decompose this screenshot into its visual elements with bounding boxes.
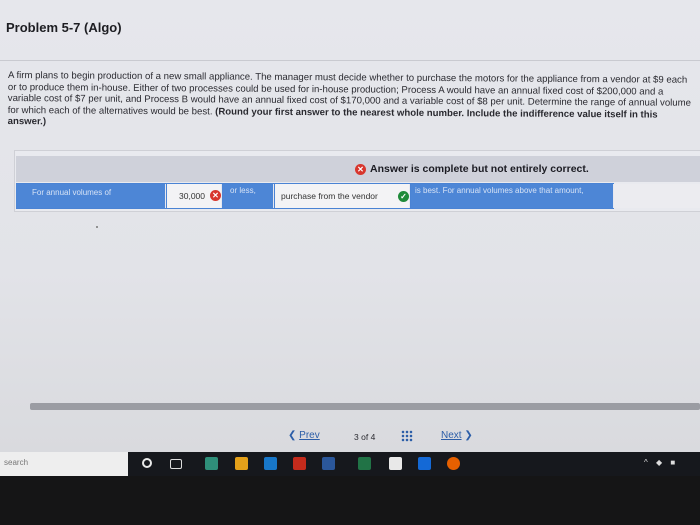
or-less-label: or less, [222, 184, 274, 208]
choice-correct-icon: ✓ [398, 191, 409, 202]
incorrect-icon: ✕ [355, 163, 366, 175]
firefox-icon[interactable] [447, 457, 460, 470]
file-explorer-icon[interactable] [235, 457, 248, 470]
taskbar-search-placeholder: search [4, 458, 29, 467]
problem-statement: A firm plans to begin production of a ne… [8, 70, 692, 133]
system-tray[interactable]: ^ ◆ ■ [644, 458, 678, 467]
next-button[interactable]: Next ❯ [441, 430, 473, 441]
app-icon-3[interactable] [264, 457, 277, 470]
screen-bezel [0, 476, 700, 525]
alternative-select[interactable]: purchase from the vendor [275, 184, 410, 208]
excel-icon[interactable] [358, 457, 371, 470]
app-icon-1[interactable] [205, 457, 218, 470]
word-icon[interactable] [322, 457, 335, 470]
page-indicator: 3 of 4 [354, 432, 376, 442]
cursor-dot [96, 226, 98, 228]
page-title: Problem 5-7 (Algo) [6, 20, 122, 35]
answer-status-text: Answer is complete but not entirely corr… [370, 163, 589, 175]
row-tail-text: is best. For annual volumes above that a… [411, 184, 614, 208]
chevron-right-icon: ❯ [464, 430, 473, 441]
app-icon-8[interactable] [418, 457, 431, 470]
horizontal-scrollbar[interactable] [30, 403, 700, 410]
row-label: For annual volumes of [16, 184, 166, 208]
answer-status: ✕ Answer is complete but not entirely co… [355, 163, 589, 175]
volume-incorrect-icon: ✕ [210, 190, 221, 201]
grid-icon[interactable] [401, 430, 413, 442]
chevron-left-icon: ❮ [288, 430, 297, 441]
browser-screen: Problem 5-7 (Algo) A firm plans to begin… [0, 0, 700, 452]
task-view-icon[interactable] [170, 459, 182, 469]
calendar-icon[interactable] [389, 457, 402, 470]
empty-cell [614, 184, 700, 208]
app-icon-4[interactable] [293, 457, 306, 470]
prev-button[interactable]: ❮ Prev [288, 430, 320, 441]
cortana-icon[interactable] [142, 458, 152, 468]
